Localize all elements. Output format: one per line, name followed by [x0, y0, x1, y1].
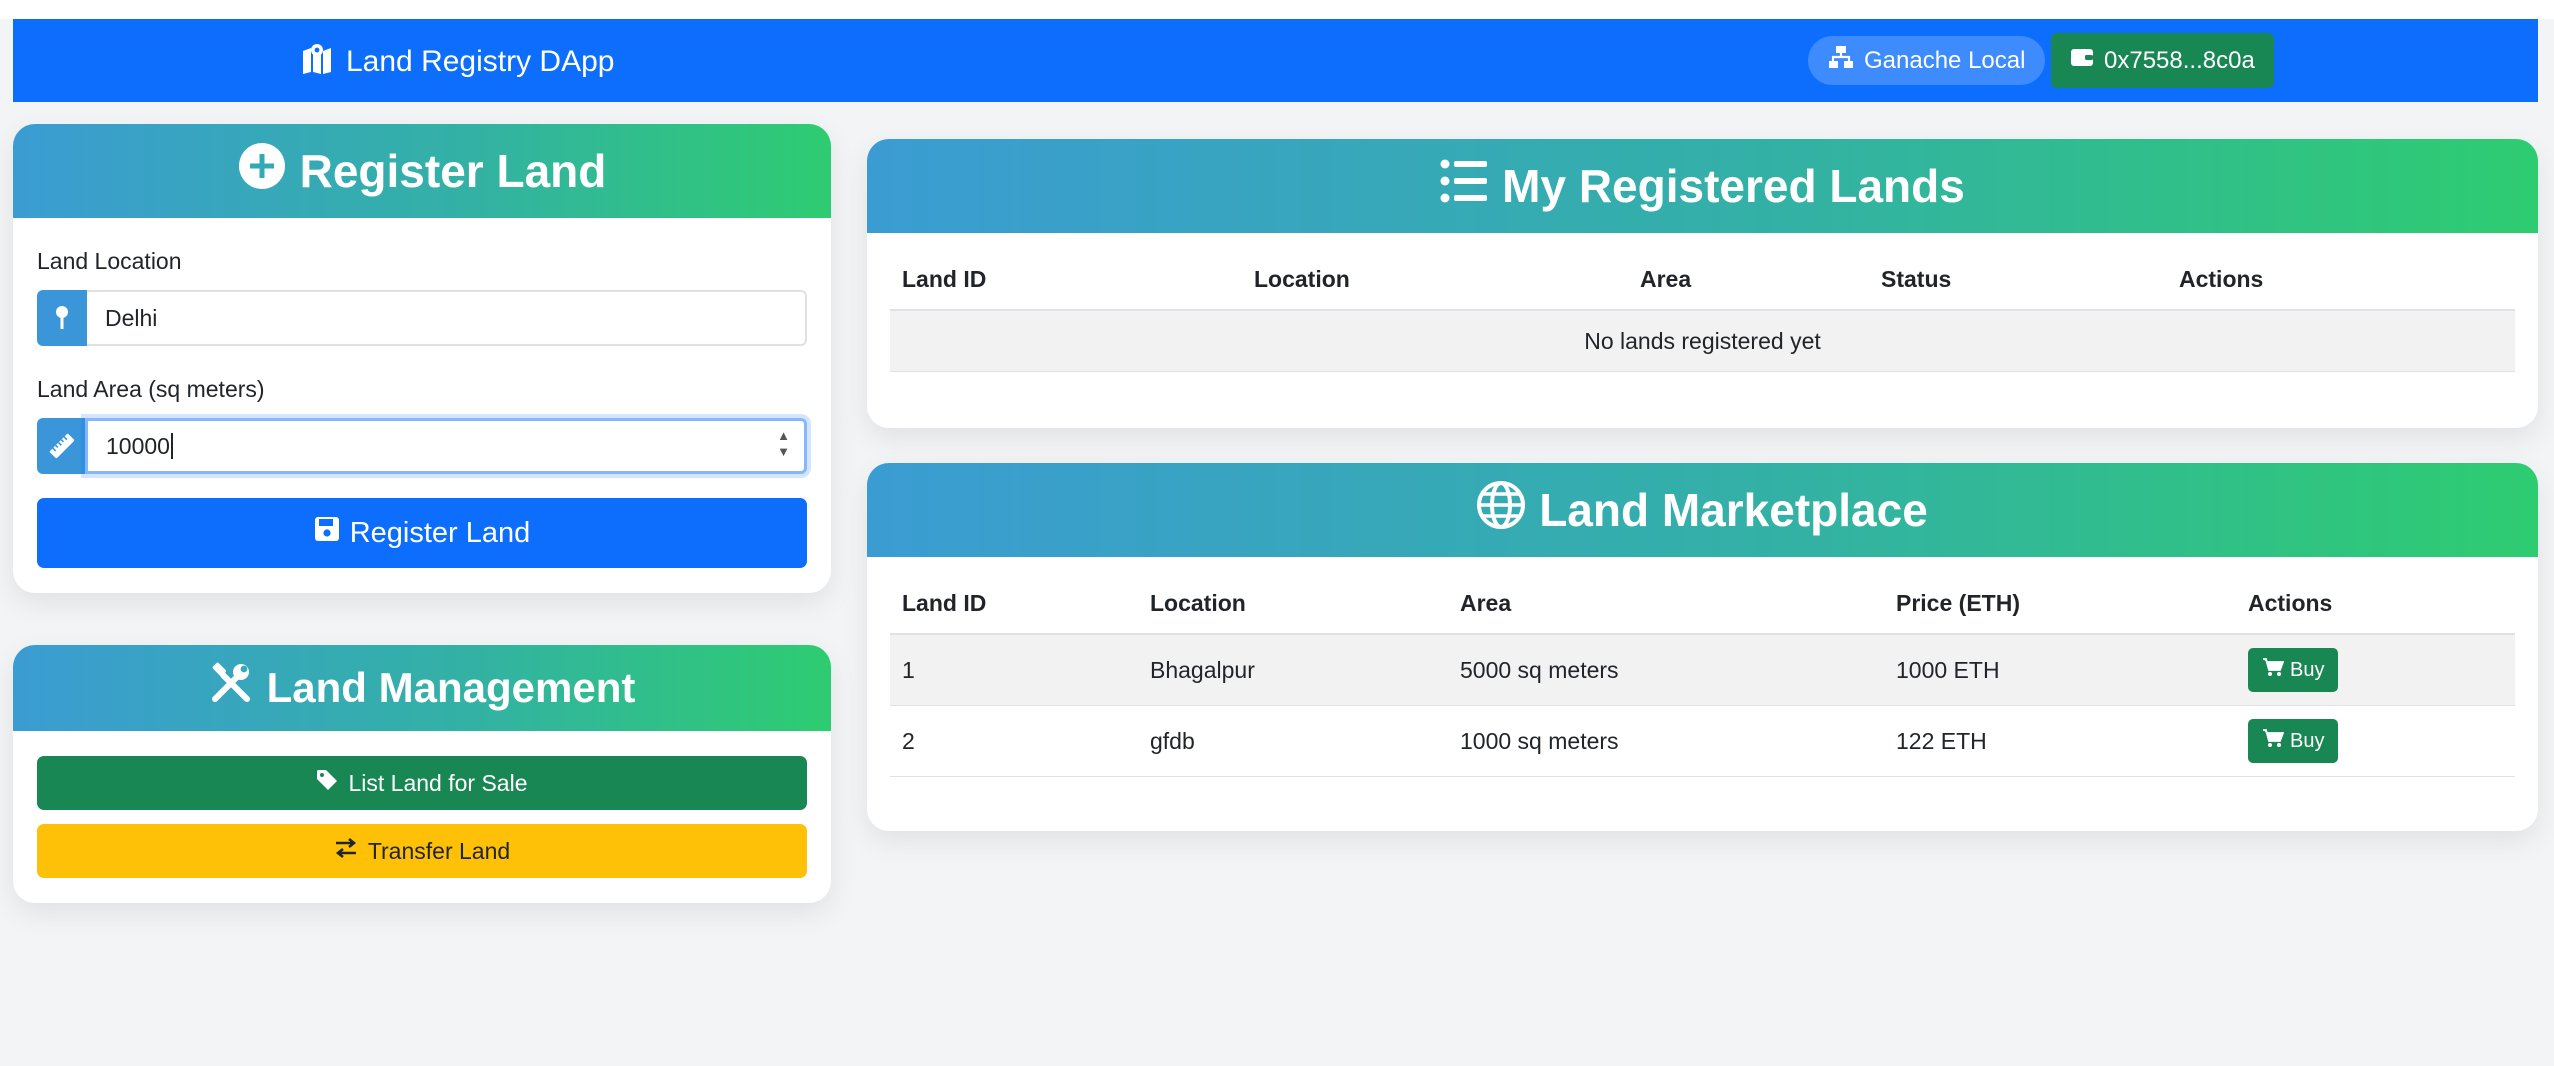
column-header-land-id: Land ID — [890, 249, 1254, 311]
navbar: Land Registry DApp Ganache Local 0x7558.… — [13, 19, 2538, 102]
column-header-area: Area — [1460, 573, 1896, 635]
network-icon — [1828, 44, 1854, 77]
marketplace-table: Land ID Location Area Price (ETH) Action… — [890, 573, 2515, 777]
buy-button[interactable]: Buy — [2248, 648, 2339, 692]
marketplace-table-wrapper: Land ID Location Area Price (ETH) Action… — [890, 573, 2515, 777]
my-lands-table: Land ID Location Area Status Actions No … — [890, 249, 2515, 372]
land-management-header: Land Management — [13, 645, 831, 731]
actions-cell: Buy — [2248, 634, 2515, 706]
land-location-value: Delhi — [105, 304, 158, 331]
wallet-address: 0x7558...8c0a — [2104, 46, 2255, 74]
map-location-icon — [302, 41, 336, 83]
wallet-account-button[interactable]: 0x7558...8c0a — [2051, 33, 2274, 88]
ruler-icon — [37, 418, 87, 474]
land-area-input-group: 10000 ▲ ▼ — [37, 418, 807, 474]
column-header-location: Location — [1150, 573, 1460, 635]
area-cell: 1000 sq meters — [1460, 705, 1896, 777]
land-id-cell: 1 — [890, 634, 1150, 706]
brand-title: Land Registry DApp — [346, 45, 615, 78]
actions-cell: Buy — [2248, 705, 2515, 777]
transfer-land-button[interactable]: Transfer Land — [37, 824, 807, 878]
table-row: 1 Bhagalpur 5000 sq meters 1000 ETH Buy — [890, 634, 2515, 706]
window-top-strip — [0, 0, 2554, 19]
buy-button-label: Buy — [2290, 729, 2325, 752]
my-lands-table-wrapper: Land ID Location Area Status Actions No … — [890, 249, 2515, 372]
marketplace-title: Land Marketplace — [1539, 484, 1928, 536]
land-marketplace-card: Land Marketplace Land ID Location Area P… — [867, 463, 2538, 831]
transfer-arrows-icon — [334, 837, 358, 865]
network-badge: Ganache Local — [1808, 36, 2046, 85]
land-management-card: Land Management List Land for Sale Trans… — [13, 645, 831, 903]
spin-up-icon[interactable]: ▲ — [777, 429, 790, 443]
land-area-label: Land Area (sq meters) — [37, 376, 265, 402]
column-header-area: Area — [1640, 249, 1881, 311]
save-icon — [314, 516, 340, 550]
marketplace-header: Land Marketplace — [867, 463, 2538, 557]
land-id-cell: 2 — [890, 705, 1150, 777]
marketplace-header-row: Land ID Location Area Price (ETH) Action… — [890, 573, 2515, 635]
shopping-cart-icon — [2262, 657, 2285, 683]
price-cell: 122 ETH — [1896, 705, 2248, 777]
register-land-button-label: Register Land — [349, 516, 531, 549]
price-cell: 1000 ETH — [1896, 634, 2248, 706]
table-row: 2 gfdb 1000 sq meters 122 ETH Buy — [890, 705, 2515, 777]
number-spinner[interactable]: ▲ ▼ — [777, 429, 790, 459]
empty-table-row: No lands registered yet — [890, 310, 2515, 372]
my-registered-lands-card: My Registered Lands Land ID Location Are… — [867, 139, 2538, 428]
network-name: Ganache Local — [1864, 46, 2026, 74]
buy-button-label: Buy — [2290, 658, 2325, 681]
my-lands-header-row: Land ID Location Area Status Actions — [890, 249, 2515, 311]
my-lands-title: My Registered Lands — [1502, 160, 1965, 212]
spin-down-icon[interactable]: ▼ — [777, 445, 790, 459]
shopping-cart-icon — [2262, 728, 2285, 754]
location-cell: Bhagalpur — [1150, 634, 1460, 706]
column-header-actions: Actions — [2179, 249, 2515, 311]
plus-circle-icon — [238, 142, 286, 201]
my-lands-header: My Registered Lands — [867, 139, 2538, 233]
list-icon — [1440, 158, 1488, 215]
list-land-for-sale-button[interactable]: List Land for Sale — [37, 756, 807, 810]
column-header-price: Price (ETH) — [1896, 573, 2248, 635]
globe-icon — [1477, 480, 1526, 540]
column-header-actions: Actions — [2248, 573, 2515, 635]
navbar-brand[interactable]: Land Registry DApp — [302, 41, 614, 83]
wallet-icon — [2070, 46, 2094, 75]
column-header-location: Location — [1254, 249, 1640, 311]
tools-icon — [209, 661, 253, 715]
column-header-land-id: Land ID — [890, 573, 1150, 635]
land-area-value: 10000 — [106, 432, 170, 459]
text-caret — [170, 433, 173, 459]
land-location-label: Land Location — [37, 248, 182, 274]
register-land-title: Register Land — [299, 145, 607, 197]
list-land-for-sale-label: List Land for Sale — [348, 769, 528, 796]
location-cell: gfdb — [1150, 705, 1460, 777]
area-cell: 5000 sq meters — [1460, 634, 1896, 706]
column-header-status: Status — [1881, 249, 2179, 311]
transfer-land-label: Transfer Land — [367, 837, 511, 864]
empty-message: No lands registered yet — [890, 310, 2515, 372]
tag-icon — [316, 769, 338, 797]
buy-button[interactable]: Buy — [2248, 719, 2339, 763]
register-land-card: Register Land Land Location Delhi Land A… — [13, 124, 831, 593]
register-land-header: Register Land — [13, 124, 831, 218]
land-location-input-group: Delhi — [37, 290, 807, 346]
land-management-title: Land Management — [266, 664, 636, 711]
map-pin-icon — [37, 290, 87, 346]
land-location-input[interactable]: Delhi — [87, 290, 807, 346]
land-area-input[interactable]: 10000 ▲ ▼ — [85, 418, 807, 474]
register-land-button[interactable]: Register Land — [37, 498, 807, 568]
